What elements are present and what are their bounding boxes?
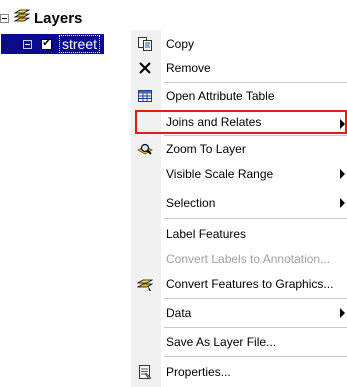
menu-item-convert-features-to-graphics[interactable]: Convert Features to Graphics... [131, 272, 347, 296]
menu-item-label: Convert Labels to Annotation... [166, 252, 331, 266]
menu-item-properties[interactable]: Properties... [131, 360, 347, 384]
remove-x-icon [137, 60, 153, 76]
submenu-arrow-icon [340, 169, 345, 179]
menu-item-save-as-layer-file[interactable]: Save As Layer File... [131, 330, 347, 354]
menu-item-copy[interactable]: Copy [131, 32, 347, 56]
menu-item-open-attribute-table[interactable]: Open Attribute Table [131, 84, 347, 108]
layer-context-menu: Copy Remove Open Attribute Table Joins a… [131, 30, 347, 387]
menu-item-label: Properties... [166, 365, 231, 379]
layer-visibility-checkbox[interactable]: ✔ [41, 38, 52, 50]
zoom-to-layer-icon [137, 141, 153, 157]
menu-item-label: Joins and Relates [166, 115, 262, 129]
menu-item-remove[interactable]: Remove [131, 56, 347, 80]
menu-item-zoom-to-layer[interactable]: Zoom To Layer [131, 137, 347, 161]
menu-item-data[interactable]: Data [131, 301, 347, 325]
menu-item-convert-labels-to-annotation: Convert Labels to Annotation... [131, 247, 347, 271]
menu-item-label: Data [166, 306, 192, 320]
convert-graphics-icon [137, 276, 153, 292]
menu-item-label: Visible Scale Range [166, 167, 274, 181]
menu-item-label: Open Attribute Table [166, 89, 275, 103]
menu-item-label: Selection [166, 196, 216, 210]
menu-separator [164, 327, 347, 328]
menu-item-label: Convert Features to Graphics... [166, 277, 334, 291]
menu-separator [164, 356, 347, 357]
layer-row-street[interactable]: ✔ street [1, 34, 105, 54]
properties-icon [137, 364, 153, 380]
menu-item-label: Label Features [166, 227, 247, 241]
layers-title: Layers [34, 9, 83, 27]
menu-item-label: Save As Layer File... [166, 335, 277, 349]
menu-separator [164, 298, 347, 299]
submenu-arrow-icon [340, 119, 345, 129]
menu-separator [164, 218, 347, 219]
layer-name-label[interactable]: street [59, 35, 101, 53]
attribute-table-icon [137, 88, 153, 104]
layer-selection-highlight[interactable]: ✔ street [1, 34, 105, 54]
menu-separator [164, 82, 347, 83]
toc-root-node[interactable]: Layers [0, 9, 82, 27]
layers-icon [13, 8, 31, 29]
menu-item-selection[interactable]: Selection [131, 191, 347, 215]
menu-item-label: Zoom To Layer [166, 142, 246, 156]
menu-item-visible-scale-range[interactable]: Visible Scale Range [131, 162, 347, 186]
submenu-arrow-icon [340, 198, 345, 208]
menu-item-label: Copy [166, 37, 195, 51]
menu-item-joins-and-relates[interactable]: Joins and Relates [135, 110, 347, 134]
copy-icon [137, 36, 153, 52]
menu-item-label: Remove [166, 61, 211, 75]
menu-item-label-features[interactable]: Label Features [131, 222, 347, 246]
submenu-arrow-icon [340, 308, 345, 318]
arcmap-canvas: Layers ✔ street Copy Remove Open Attribu… [0, 0, 347, 387]
collapse-toggle-icon[interactable] [0, 13, 9, 23]
collapse-toggle-icon[interactable] [23, 39, 32, 49]
menu-separator [164, 135, 347, 136]
